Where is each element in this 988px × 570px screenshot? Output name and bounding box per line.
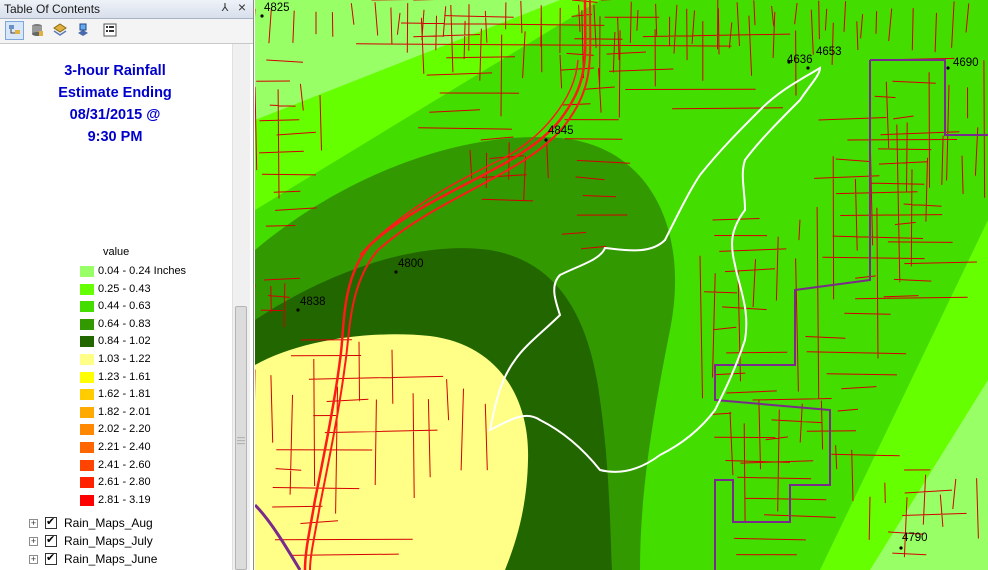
map-title-label: 3-hour Rainfall Estimate Ending 08/31/20… [20, 60, 210, 148]
legend-label: 0.64 - 0.83 [98, 317, 151, 330]
list-by-source-icon [32, 24, 43, 36]
gauge-label: 4800 [398, 258, 424, 270]
close-icon[interactable]: × [235, 0, 249, 15]
legend-label: 1.23 - 1.61 [98, 370, 151, 383]
legend-swatch [80, 406, 94, 418]
scrollbar-grip-icon: — — — [237, 433, 245, 448]
layer-label: Rain_Maps_Aug [64, 516, 153, 530]
table-of-contents-panel: Table Of Contents ⅄ × 3-hour Rainfall Es… [0, 0, 254, 570]
legend-label: 0.04 - 0.24 Inches [98, 265, 187, 277]
gauge-label: 4845 [548, 125, 574, 137]
rain-gauge[interactable]: 4636 [787, 54, 813, 66]
expand-icon[interactable]: + [29, 555, 38, 564]
toc-scrollbar[interactable]: — — — [232, 44, 250, 570]
gauge-point [394, 270, 398, 274]
legend-swatch [80, 389, 94, 401]
gauge-point [899, 546, 903, 550]
map-title-line: 08/31/2015 @ [69, 107, 161, 123]
legend-label: 2.21 - 2.40 [98, 440, 151, 453]
legend-swatch [80, 441, 94, 453]
list-by-drawing-order-button[interactable] [5, 21, 24, 40]
legend-swatch [80, 318, 94, 330]
list-by-selection-button[interactable] [74, 21, 93, 40]
legend-swatch [80, 353, 94, 365]
legend-swatch [80, 494, 94, 506]
layer-visibility-checkbox[interactable]: ✔ [45, 516, 57, 529]
list-by-visibility-icon [53, 23, 67, 36]
gauge-label: 4838 [300, 296, 326, 308]
legend-label: 0.44 - 0.63 [98, 300, 151, 313]
gauge-label: 4790 [902, 532, 928, 544]
gauge-point [296, 308, 300, 312]
gauge-point [806, 66, 810, 70]
toc-title-bar: Table Of Contents ⅄ × [0, 0, 253, 19]
legend-swatch [80, 283, 94, 295]
legend-label: 1.82 - 2.01 [98, 405, 151, 418]
legend-swatch [80, 266, 94, 277]
layer-label: Rain_Maps_July [64, 534, 153, 548]
legend-swatch [80, 424, 94, 436]
gauge-label: 4825 [264, 2, 290, 14]
legend-swatch [80, 301, 94, 313]
pin-icon[interactable]: ⅄ [218, 1, 232, 14]
toc-toolbar [0, 19, 253, 44]
layer-visibility-checkbox[interactable]: ✔ [45, 552, 57, 565]
expand-icon[interactable]: + [29, 519, 38, 528]
legend-swatch [80, 336, 94, 348]
legend-label: 1.62 - 1.81 [98, 388, 151, 401]
toc-title: Table Of Contents [4, 2, 101, 16]
legend-swatch [80, 371, 94, 383]
map-title-line: 9:30 PM [87, 129, 143, 145]
rainfall-map-canvas[interactable]: 4825 46534636 4690 4845 4800 4838 4790 [255, 0, 988, 570]
map-title-line: 3-hour Rainfall [64, 63, 166, 79]
legend-label: 0.84 - 1.02 [98, 335, 151, 348]
legend-label: 2.02 - 2.20 [98, 423, 151, 436]
check-icon: ✔ [46, 552, 56, 564]
gauge-label: 4636 [787, 54, 813, 66]
map-view[interactable]: 4825 4653 4636 4690 4845 4800 4838 4790 [255, 0, 988, 570]
map-title-line: Estimate Ending [58, 85, 172, 101]
expand-icon[interactable]: + [29, 537, 38, 546]
check-icon: ✔ [46, 516, 56, 528]
legend-label: 2.61 - 2.80 [98, 476, 151, 489]
list-by-selection-icon [78, 23, 88, 36]
legend-label: 2.41 - 2.60 [98, 458, 151, 471]
gauge-label: 4653 [816, 46, 842, 58]
options-button[interactable] [101, 21, 120, 40]
legend-label: 2.81 - 3.19 [98, 493, 151, 506]
legend-swatch [80, 477, 94, 489]
legend-label: 0.25 - 0.43 [98, 282, 151, 295]
list-by-source-button[interactable] [28, 21, 47, 40]
list-by-visibility-button[interactable] [51, 21, 70, 40]
gauge-label: 4690 [953, 57, 979, 69]
list-by-drawing-order-icon [9, 25, 20, 34]
gauge-point [260, 14, 264, 18]
gauge-point [544, 138, 548, 142]
legend-swatch [80, 459, 94, 471]
toc-content: 3-hour Rainfall Estimate Ending 08/31/20… [0, 44, 232, 570]
options-icon [103, 23, 117, 37]
legend-label: 1.03 - 1.22 [98, 352, 151, 365]
legend-heading: value [103, 246, 130, 258]
layer-visibility-checkbox[interactable]: ✔ [45, 534, 57, 547]
layer-label: Rain_Maps_June [64, 552, 158, 566]
check-icon: ✔ [46, 534, 56, 546]
gauge-point [946, 66, 950, 70]
